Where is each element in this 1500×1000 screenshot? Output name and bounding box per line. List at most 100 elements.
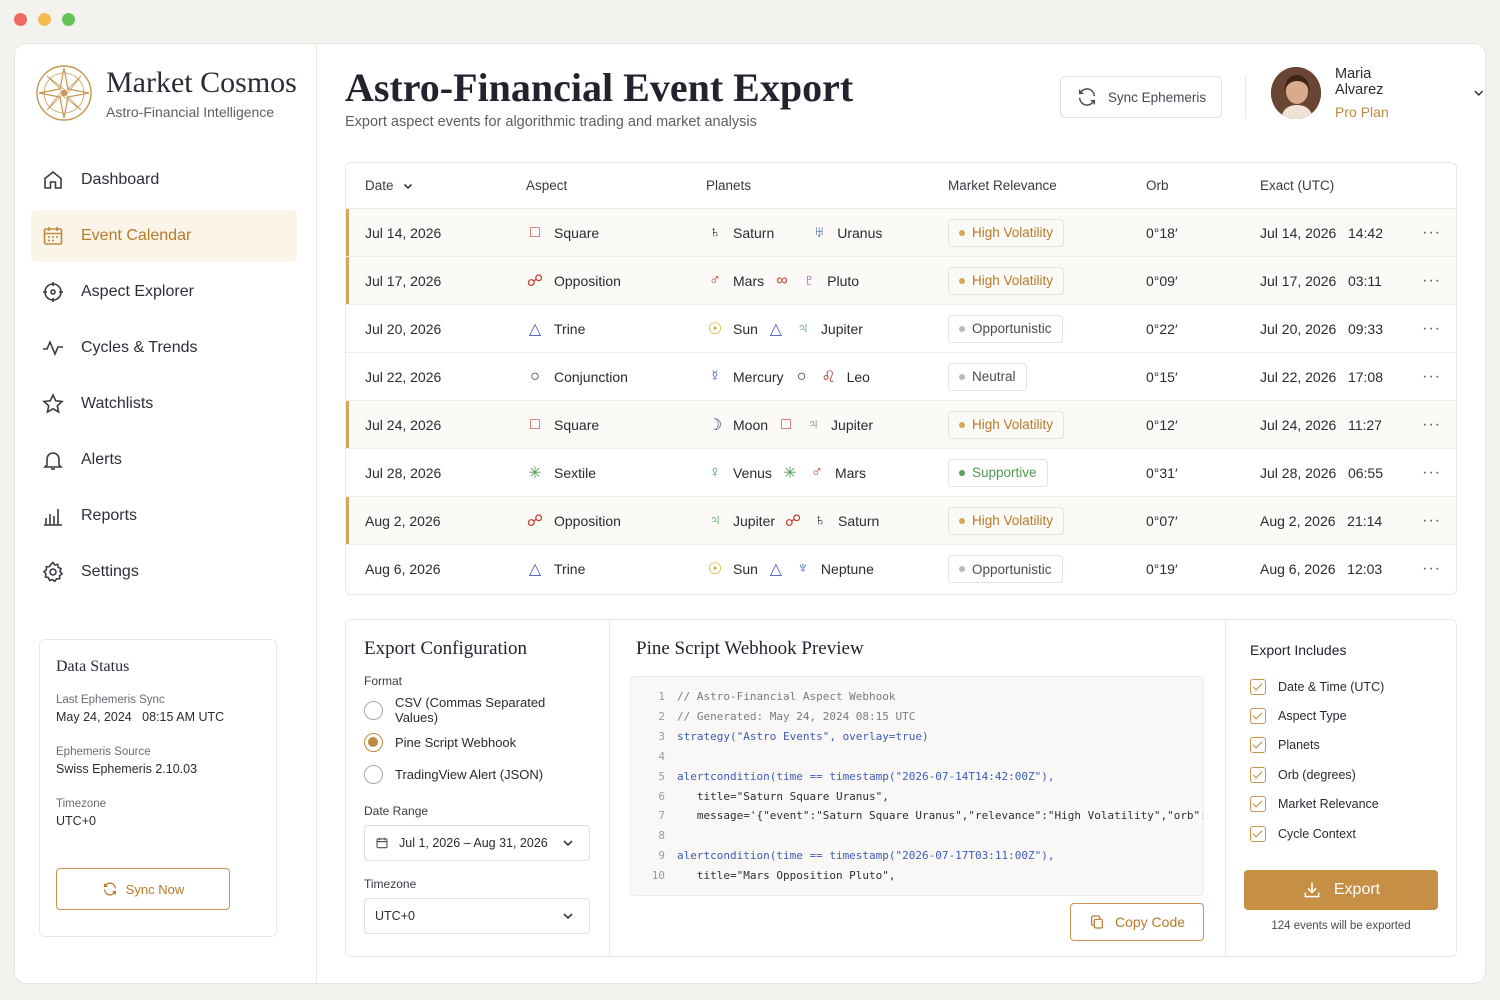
aspect-opposition-icon: ☍ — [526, 512, 544, 530]
row-aspect: ○ Conjunction — [526, 368, 628, 386]
table-row[interactable]: Jul 24, 2026 □ Square ☽ Moon □ ♃ Jupiter High Vo… — [346, 401, 1456, 449]
code-block[interactable]: 1 // Astro-Financial Aspect Webhook 2 // Ge… — [630, 676, 1204, 896]
radio-button[interactable] — [364, 764, 383, 784]
radio-button[interactable] — [364, 700, 383, 720]
sidebar-item-cycles-trends[interactable]: Cycles & Trends — [31, 322, 297, 374]
more-icon[interactable]: ··· — [1422, 368, 1441, 386]
format-option-pine-script[interactable]: Pine Script Webhook — [364, 726, 591, 758]
format-option-tradingview[interactable]: TradingView Alert (JSON) — [364, 758, 591, 790]
aspect-link-icon: ○ — [796, 367, 807, 385]
checkbox[interactable] — [1250, 796, 1266, 813]
user-name: Maria Alvarez — [1335, 66, 1384, 98]
ephemeris-source-value: Swiss Ephemeris 2.10.03 — [56, 762, 198, 776]
planet-label: Saturn — [733, 224, 775, 241]
include-market-relevance[interactable]: Market Relevance — [1250, 790, 1432, 819]
sync-ephemeris-button[interactable]: Sync Ephemeris — [1060, 76, 1222, 118]
line-number: 8 — [658, 829, 665, 843]
date-range-select[interactable]: Jul 1, 2026 – Aug 31, 2026 — [364, 825, 590, 861]
brand[interactable]: Market Cosmos Astro-Financial Intelligen… — [35, 64, 297, 122]
table-row[interactable]: Aug 2, 2026 ☍ Opposition ♃ Jupiter ☍ ♄ Saturn Hi… — [346, 497, 1456, 545]
sun-icon: ☉ — [707, 561, 723, 578]
sidebar-item-watchlists[interactable]: Watchlists — [31, 378, 297, 430]
sidebar-item-dashboard[interactable]: Dashboard — [31, 154, 297, 206]
column-date-label: Date — [365, 178, 394, 193]
column-aspect[interactable]: Aspect — [526, 178, 567, 193]
table-row[interactable]: Jul 17, 2026 ☍ Opposition ♂ Mars ∞ ♇ Pluto High … — [346, 257, 1456, 305]
checkbox[interactable] — [1250, 766, 1266, 783]
timezone-select[interactable]: UTC+0 — [364, 898, 590, 934]
include-label: Aspect Type — [1278, 709, 1347, 724]
more-icon[interactable]: ··· — [1422, 416, 1441, 434]
sidebar-item-aspect-explorer[interactable]: Aspect Explorer — [31, 266, 297, 318]
include-cycle-context[interactable]: Cycle Context — [1250, 819, 1432, 848]
row-orb: 0°15′ — [1146, 368, 1178, 385]
status-dot — [959, 373, 965, 380]
column-date[interactable]: Date — [365, 178, 414, 193]
column-planets[interactable]: Planets — [706, 178, 751, 193]
column-orb[interactable]: Orb — [1146, 178, 1169, 193]
include-aspect-type[interactable]: Aspect Type — [1250, 701, 1432, 730]
sync-now-button[interactable]: Sync Now — [56, 868, 230, 910]
checkbox[interactable] — [1250, 737, 1266, 754]
column-exact-utc[interactable]: Exact (UTC) — [1260, 178, 1334, 193]
sidebar-item-reports[interactable]: Reports — [31, 490, 297, 542]
copy-code-button[interactable]: Copy Code — [1070, 903, 1204, 941]
row-orb: 0°12′ — [1146, 416, 1178, 433]
code-text: alertcondition(time == timestamp("2026-0… — [677, 769, 1055, 783]
more-icon[interactable]: ··· — [1422, 320, 1441, 338]
include-planets[interactable]: Planets — [1250, 731, 1432, 760]
code-line: 1 // Astro-Financial Aspect Webhook — [631, 687, 1203, 707]
export-config-title: Export Configuration — [364, 638, 528, 659]
planet-label: Venus — [733, 464, 772, 481]
sidebar-item-alerts[interactable]: Alerts — [31, 434, 297, 486]
pulse-icon — [43, 339, 63, 357]
user-menu[interactable]: Maria Alvarez Pro Plan — [1271, 66, 1485, 120]
aspect-square-icon: □ — [530, 223, 540, 241]
table-row[interactable]: Jul 20, 2026 △ Trine ☉ Sun △ ♃ Jupiter Opportuni… — [346, 305, 1456, 353]
row-date: Jul 24, 2026 — [365, 416, 442, 433]
radio-button-selected[interactable] — [364, 732, 383, 752]
refresh-icon — [1078, 88, 1095, 106]
checkbox[interactable] — [1250, 825, 1266, 842]
format-option-csv[interactable]: CSV (Commas Separated Values) — [364, 694, 591, 726]
checkbox[interactable] — [1250, 678, 1266, 695]
more-icon[interactable]: ··· — [1422, 560, 1441, 578]
close-dot[interactable] — [14, 13, 27, 26]
table-row[interactable]: Aug 6, 2026 △ Trine ☉ Sun △ ♆ Neptune Opportunis… — [346, 545, 1456, 593]
export-button[interactable]: Export — [1244, 870, 1438, 910]
aspect-opposition-icon: ☍ — [526, 272, 544, 290]
status-dot — [959, 517, 965, 524]
row-date: Jul 28, 2026 — [365, 464, 442, 481]
relevance-badge: High Volatility — [948, 410, 1065, 439]
table-row[interactable]: Jul 22, 2026 ○ Conjunction ☿ Mercury ○ ♌ Leo Neu… — [346, 353, 1456, 401]
row-aspect: ☍ Opposition — [526, 511, 621, 531]
row-date: Jul 20, 2026 — [365, 320, 442, 337]
maximize-dot[interactable] — [62, 13, 75, 26]
row-aspect: ☍ Opposition — [526, 271, 621, 291]
line-number: 4 — [658, 749, 665, 763]
table-row[interactable]: Jul 28, 2026 ✳ Sextile ♀ Venus ✳ ♂ Mars Supporti… — [346, 449, 1456, 497]
chevron-down-icon — [563, 840, 573, 847]
more-icon[interactable]: ··· — [1422, 512, 1441, 530]
sidebar-item-settings[interactable]: Settings — [31, 546, 297, 598]
chevron-down-icon[interactable] — [1472, 86, 1485, 100]
line-number: 5 — [658, 769, 665, 783]
date-range-label: Date Range — [364, 804, 429, 818]
include-date-time[interactable]: Date & Time (UTC) — [1250, 672, 1432, 701]
more-icon[interactable]: ··· — [1422, 272, 1441, 290]
row-aspect: □ Square — [526, 224, 599, 242]
table-row[interactable]: Jul 14, 2026 □ Square ♄ Saturn ♅ Uranus High Vo… — [346, 209, 1456, 257]
more-icon[interactable]: ··· — [1422, 464, 1441, 482]
column-market-relevance[interactable]: Market Relevance — [948, 178, 1057, 193]
row-orb: 0°09′ — [1146, 272, 1178, 289]
include-orb[interactable]: Orb (degrees) — [1250, 760, 1432, 789]
sidebar-item-event-calendar[interactable]: Event Calendar — [31, 210, 297, 262]
aspect-label: Trine — [554, 561, 586, 577]
checkbox[interactable] — [1250, 708, 1266, 725]
timezone-value: UTC+0 — [56, 814, 96, 828]
row-exact-time: Aug 6, 2026 12:03 — [1260, 561, 1383, 577]
more-icon[interactable]: ··· — [1422, 224, 1441, 242]
brand-title: Market Cosmos — [106, 66, 297, 99]
aspect-label: Trine — [554, 320, 586, 337]
minimize-dot[interactable] — [38, 13, 51, 26]
